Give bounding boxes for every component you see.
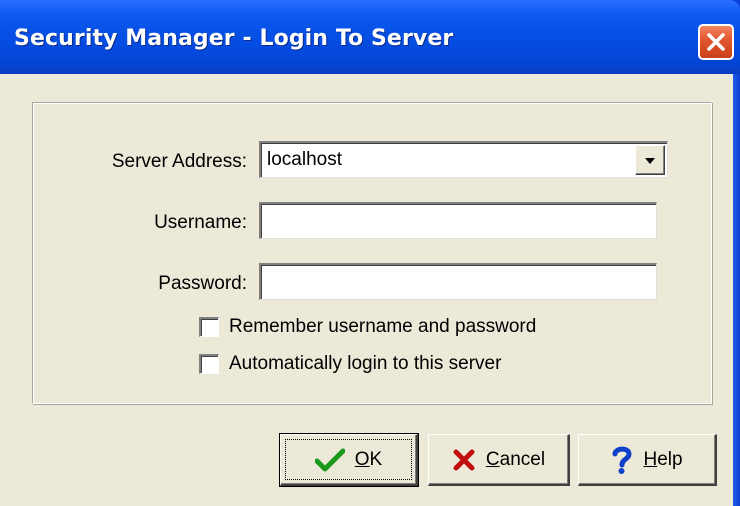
remember-credentials-checkbox[interactable] [199, 317, 219, 337]
dialog-body: Server Address: localhost Username: Pass… [0, 74, 733, 506]
ok-button[interactable]: OK [279, 433, 419, 487]
cancel-button-label: Cancel [485, 448, 546, 470]
remember-credentials-row[interactable]: Remember username and password [199, 315, 536, 339]
auto-login-row[interactable]: Automatically login to this server [199, 352, 501, 376]
window-frame-right [733, 74, 740, 506]
question-mark-icon [611, 445, 633, 475]
server-address-label: Server Address: [111, 151, 247, 172]
close-icon [705, 31, 727, 53]
username-field[interactable] [259, 202, 657, 239]
server-address-combobox[interactable]: localhost [259, 141, 668, 178]
auto-login-checkbox[interactable] [199, 354, 219, 374]
title-bar[interactable]: Security Manager - Login To Server [0, 0, 740, 74]
auto-login-label[interactable]: Automatically login to this server [229, 353, 501, 375]
password-label: Password: [158, 273, 247, 294]
x-icon [452, 448, 476, 472]
cancel-button[interactable]: Cancel [428, 434, 570, 486]
username-label: Username: [154, 212, 247, 233]
remember-credentials-label[interactable]: Remember username and password [229, 316, 536, 338]
close-button[interactable] [698, 24, 734, 60]
ok-button-label: OK [354, 448, 383, 470]
server-address-value: localhost [267, 149, 342, 170]
help-button[interactable]: Help [578, 434, 717, 486]
server-address-dropdown-button[interactable] [635, 145, 665, 175]
focus-rectangle [285, 439, 412, 480]
checkmark-icon [314, 448, 345, 472]
dialog-window: Security Manager - Login To Server Serve… [0, 0, 740, 506]
help-button-label: Help [643, 448, 683, 470]
login-group-box: Server Address: localhost Username: Pass… [32, 102, 712, 404]
password-field[interactable] [259, 263, 657, 300]
chevron-down-icon [644, 149, 656, 171]
window-title: Security Manager - Login To Server [14, 26, 454, 51]
